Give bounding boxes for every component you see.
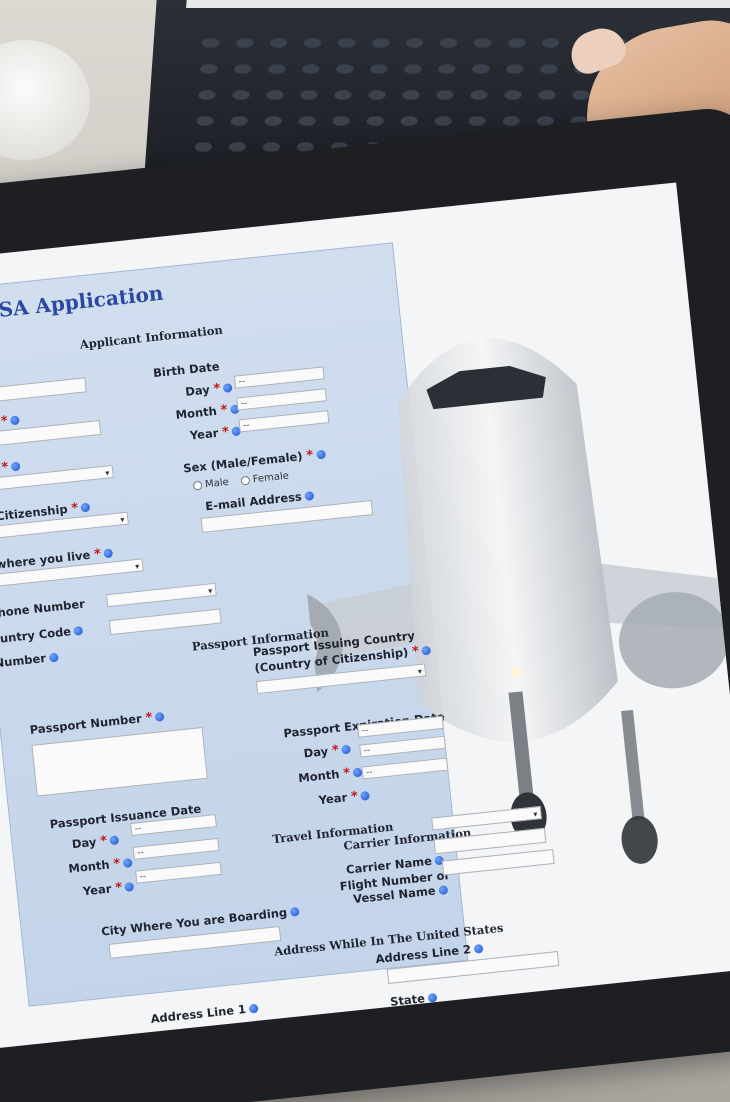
- info-icon[interactable]: [438, 885, 448, 896]
- info-icon[interactable]: [360, 790, 371, 801]
- state-label: State: [389, 990, 438, 1009]
- tablet: VISA Application Applicant Information a…: [0, 104, 730, 1102]
- info-icon[interactable]: [73, 625, 84, 636]
- laptop-screen-edge: [186, 0, 730, 8]
- info-icon[interactable]: [80, 502, 91, 513]
- info-icon[interactable]: [427, 992, 438, 1003]
- info-icon[interactable]: [10, 415, 21, 426]
- info-icon[interactable]: [109, 835, 120, 846]
- info-icon[interactable]: [304, 491, 315, 501]
- chevron-down-icon: ▾: [417, 666, 423, 677]
- info-icon[interactable]: [421, 645, 432, 656]
- chevron-down-icon: ▾: [207, 586, 213, 596]
- info-icon[interactable]: [473, 943, 484, 954]
- info-icon[interactable]: [248, 1003, 259, 1014]
- chevron-down-icon: ▾: [532, 809, 538, 819]
- photo-scene: VISA Application Applicant Information a…: [0, 0, 730, 1102]
- info-icon[interactable]: [315, 449, 326, 460]
- info-icon[interactable]: [48, 652, 59, 663]
- info-icon[interactable]: [154, 711, 165, 722]
- chevron-down-icon: ▾: [104, 468, 110, 478]
- info-icon[interactable]: [124, 882, 135, 892]
- info-icon[interactable]: [222, 382, 233, 393]
- tablet-screen: VISA Application Applicant Information a…: [0, 182, 730, 1049]
- chevron-down-icon: ▾: [119, 515, 125, 525]
- info-icon[interactable]: [10, 461, 21, 472]
- info-icon[interactable]: [341, 744, 352, 755]
- address-line-1-label: Address Line 1: [150, 1001, 259, 1026]
- info-icon[interactable]: [122, 858, 133, 868]
- info-icon[interactable]: [289, 906, 300, 917]
- info-icon[interactable]: [103, 548, 114, 559]
- chevron-down-icon: ▾: [134, 561, 140, 572]
